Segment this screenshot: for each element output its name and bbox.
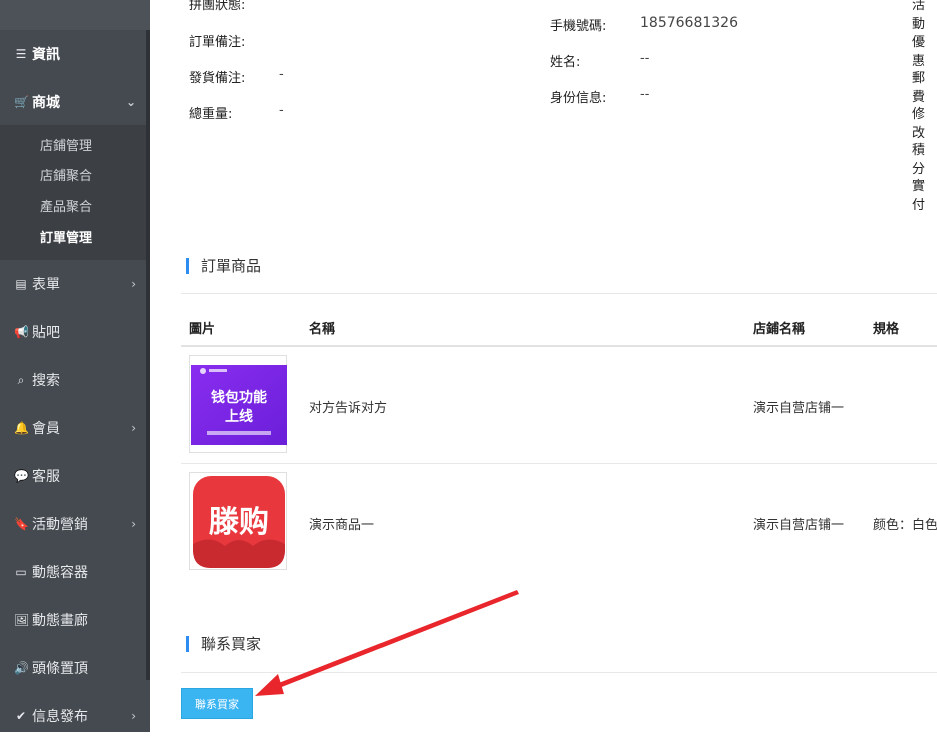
paid-label: 實付 (912, 179, 926, 213)
chevron-right-icon: › (131, 517, 136, 531)
sidebar-item-members[interactable]: 🔔 會員 › (0, 404, 146, 452)
search-icon: ⌕ (17, 372, 25, 387)
sidebar-item-mall[interactable]: 🛒 商城 ⌄ (0, 78, 146, 126)
check-icon: ✔ (15, 709, 27, 723)
sidebar-item-support[interactable]: 💬 客服 (0, 452, 146, 500)
inbox-icon: ▭ (15, 565, 27, 579)
product-thumbnail[interactable]: 滕购 (189, 472, 287, 570)
chevron-right-icon: › (131, 421, 136, 435)
product-name[interactable]: 演示商品一 (309, 514, 374, 533)
sidebar-item-forms[interactable]: ▤ 表單 › (0, 260, 146, 308)
product-spec: 颜色：白色 (873, 518, 937, 533)
sidebar-item-search[interactable]: ⌕ 搜索 (0, 356, 146, 404)
header-image: 圖片 (189, 322, 216, 337)
sidebar-item-label: 貼吧 (32, 325, 60, 341)
submenu-item-product-aggregation[interactable]: 產品聚合 (40, 196, 92, 215)
chevron-right-icon: › (131, 709, 136, 723)
sidebar-item-publish[interactable]: ✔ 信息發布 › (0, 692, 146, 740)
sidebar-item-label: 商城 (32, 95, 60, 111)
sidebar-item-label: 資訊 (32, 47, 60, 63)
sidebar-item-label: 客服 (32, 469, 60, 485)
contact-section-title: 聯系買家 (186, 636, 261, 652)
total-weight-value: - (279, 103, 284, 118)
row-divider (181, 463, 937, 464)
total-weight-label: 總重量: (189, 107, 233, 122)
delivery-remark-value: - (279, 67, 284, 82)
product-image-tenggou: 滕购 (193, 476, 285, 568)
sidebar-item-label: 活動營銷 (32, 517, 88, 533)
product-thumbnail[interactable]: 钱包功能 上线 (189, 355, 287, 453)
product-name[interactable]: 对方告诉对方 (309, 397, 387, 416)
group-status-label: 拼團狀態: (189, 0, 246, 13)
main-content: 拼團狀態: 訂單備注: 發貨備注: - 總重量: - 手機號碼: 1857668… (150, 0, 937, 732)
bookmark-icon: 🔖 (14, 517, 29, 531)
chat-icon: 💬 (14, 469, 29, 483)
id-info-value: -- (640, 87, 650, 102)
sidebar-item-label: 信息發布 (32, 709, 88, 725)
product-shop: 演示自营店铺一 (753, 518, 845, 533)
order-remark-label: 訂單備注: (189, 35, 246, 50)
sidebar-item-label: 會員 (32, 421, 60, 437)
shipping-fee-label: 郵費 (912, 71, 926, 105)
modify-label: 修改 (912, 107, 926, 141)
table-header-divider (181, 345, 937, 347)
product-shop: 演示自营店铺一 (753, 401, 845, 416)
header-shop: 店鋪名稱 (753, 322, 806, 337)
submenu-item-store-management[interactable]: 店鋪管理 (40, 135, 92, 154)
divider (181, 293, 937, 294)
sidebar-item-headline-pin[interactable]: 🔊 頭條置頂 (0, 644, 146, 692)
products-section-title: 訂單商品 (186, 258, 261, 274)
discount-label: 優惠 (912, 35, 926, 69)
divider (181, 672, 937, 673)
bell-icon: 🔔 (14, 421, 29, 435)
name-value: -- (640, 51, 650, 66)
product-image-text-2: 上线 (225, 408, 253, 425)
product-image-wallet: 钱包功能 上线 (191, 365, 287, 445)
chevron-right-icon: › (131, 277, 136, 291)
image-icon: 🖼 (14, 613, 30, 627)
delivery-remark-label: 發貨備注: (189, 71, 246, 86)
chevron-down-icon: ⌄ (125, 95, 136, 109)
id-info-label: 身份信息: (550, 91, 607, 106)
table-icon: ▤ (15, 277, 27, 291)
phone-value: 18576681326 (640, 15, 738, 31)
phone-label: 手機號碼: (550, 19, 607, 34)
header-name: 名稱 (309, 322, 336, 337)
name-label: 姓名: (550, 55, 581, 70)
submenu-item-order-management[interactable]: 訂單管理 (40, 227, 92, 246)
product-image-text-1: 钱包功能 (211, 389, 267, 406)
list-icon: ☰ (15, 47, 27, 61)
sidebar-item-label: 表單 (32, 277, 60, 293)
sidebar-item-label: 頭條置頂 (32, 661, 88, 677)
sidebar-top (0, 0, 150, 30)
contact-buyer-button[interactable]: 聯系買家 (181, 688, 253, 719)
sidebar-item-dynamic-container[interactable]: ▭ 動態容器 (0, 548, 146, 596)
activity-label: 活動 (912, 0, 926, 32)
header-spec: 規格 (873, 322, 900, 337)
sidebar-item-label: 搜索 (32, 373, 60, 389)
product-image-text-1: 滕购 (209, 505, 269, 540)
volume-icon: 🔊 (14, 661, 29, 675)
sidebar-item-news[interactable]: ☰ 資訊 (0, 30, 146, 78)
sidebar-item-label: 動態畫廊 (32, 613, 88, 629)
mall-submenu: 店鋪管理 店鋪聚合 產品聚合 訂單管理 (0, 125, 146, 260)
sidebar-item-dynamic-gallery[interactable]: 🖼 動態畫廊 (0, 596, 146, 644)
points-label: 積分 (912, 143, 926, 177)
sidebar: ☰ 資訊 🛒 商城 ⌄ 店鋪管理 店鋪聚合 產品聚合 訂單管理 ▤ 表單 › 📢… (0, 0, 150, 732)
submenu-item-store-aggregation[interactable]: 店鋪聚合 (40, 165, 92, 184)
megaphone-icon: 📢 (14, 325, 29, 339)
sidebar-item-marketing[interactable]: 🔖 活動營銷 › (0, 500, 146, 548)
sidebar-item-forum[interactable]: 📢 貼吧 (0, 308, 146, 356)
sidebar-item-label: 動態容器 (32, 565, 88, 581)
cart-icon: 🛒 (14, 95, 29, 109)
